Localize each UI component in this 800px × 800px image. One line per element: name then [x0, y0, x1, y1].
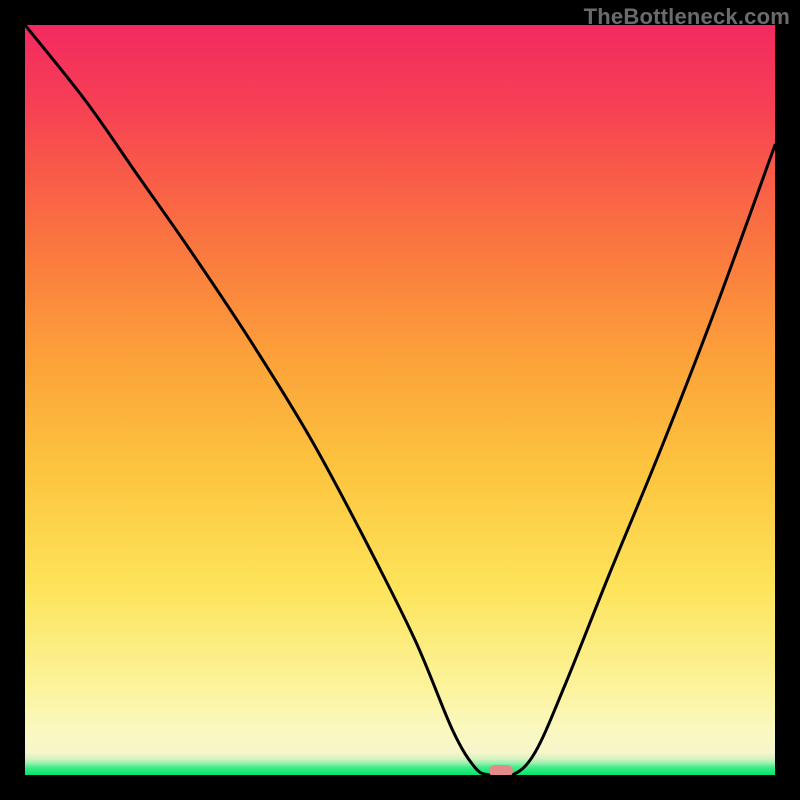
chart-frame: TheBottleneck.com: [0, 0, 800, 800]
optimum-marker: [489, 765, 513, 775]
watermark-text: TheBottleneck.com: [584, 4, 790, 30]
heat-gradient-background: [25, 25, 775, 775]
plot-area: [25, 25, 775, 775]
